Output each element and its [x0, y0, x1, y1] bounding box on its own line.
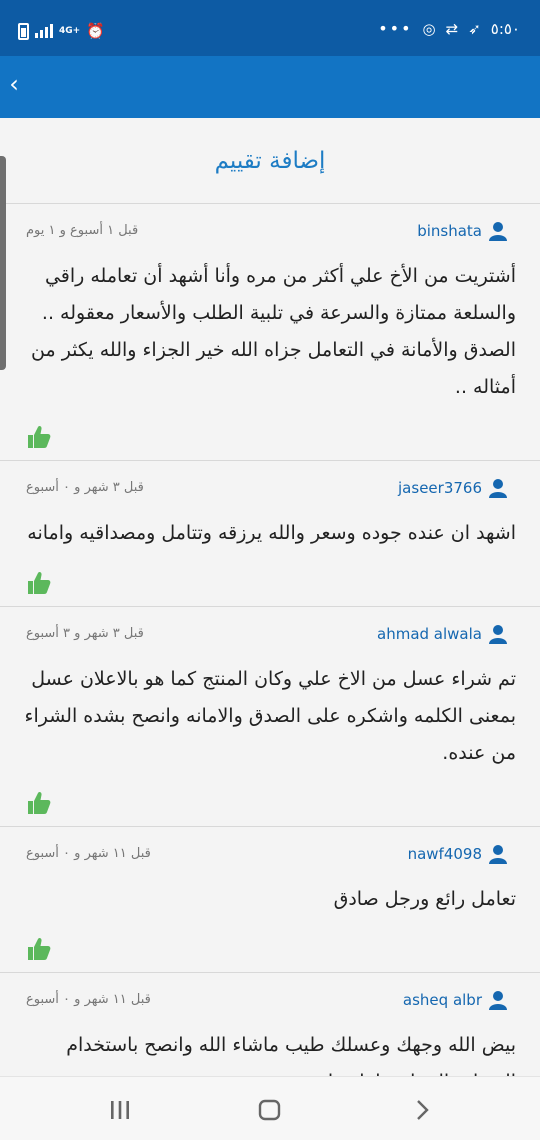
thumbs-up-icon[interactable]	[26, 790, 52, 816]
user-icon	[488, 478, 508, 498]
user-icon	[488, 624, 508, 644]
review-user-link[interactable]: nawf4098	[408, 844, 508, 864]
user-icon	[488, 990, 508, 1010]
review-text: بيض الله وجهك وعسلك طيب ماشاء الله وانصح…	[66, 1034, 516, 1076]
review-text: اشهد ان عنده جوده وسعر والله يرزقه وتتام…	[27, 522, 516, 544]
review-header: jaseer3766 قبل ٣ شهر و ٠ أسبوع	[14, 461, 526, 515]
status-bar: 4G+ ⏰ ••• ◎ ⇄ ➶ ٥:٥٠	[0, 0, 540, 56]
status-left: 4G+ ⏰	[18, 22, 105, 40]
review-user-link[interactable]: ahmad alwala	[377, 624, 508, 644]
back-icon[interactable]	[407, 1095, 437, 1125]
review-date: قبل ٣ شهر و ٣ أسبوع	[26, 626, 144, 641]
review-username[interactable]: binshata	[417, 222, 482, 240]
chevron-left-icon[interactable]: ‹	[4, 70, 24, 98]
review-date: قبل ١١ شهر و ٠ أسبوع	[26, 992, 151, 1007]
reviews-list: binshata قبل ١ أسبوع و ١ يوم أشتريت من الأ…	[0, 204, 540, 1076]
status-right: ••• ◎ ⇄ ➶ ٥:٥٠	[378, 19, 520, 38]
review-text: تعامل رائع ورجل صادق	[333, 888, 516, 910]
review-text: تم شراء عسل من الاخ علي وكان المنتج كما …	[24, 668, 516, 764]
review-item: binshata قبل ١ أسبوع و ١ يوم أشتريت من الأ…	[0, 204, 540, 461]
review-item: jaseer3766 قبل ٣ شهر و ٠ أسبوع اشهد ان عند…	[0, 461, 540, 607]
scroll-handle[interactable]	[0, 156, 6, 370]
thumbs-up-icon[interactable]	[26, 424, 52, 450]
review-username[interactable]: asheq albr	[403, 991, 482, 1009]
review-header: nawf4098 قبل ١١ شهر و ٠ أسبوع	[14, 827, 526, 881]
review-footer	[14, 918, 526, 972]
review-footer	[14, 552, 526, 606]
reviews-page[interactable]: إضافة تقييم binshata قبل ١ أسبوع و ١ يوم أ…	[0, 118, 540, 1076]
user-icon	[488, 221, 508, 241]
review-header: asheq albr قبل ١١ شهر و ٠ أسبوع	[14, 973, 526, 1027]
more-notifications-dots: •••	[378, 19, 413, 38]
recent-apps-icon[interactable]	[105, 1095, 135, 1125]
app-bar: ‹	[0, 56, 540, 118]
add-review-header[interactable]: إضافة تقييم	[0, 118, 540, 204]
thumbs-up-icon[interactable]	[26, 936, 52, 962]
review-header: ahmad alwala قبل ٣ شهر و ٣ أسبوع	[14, 607, 526, 661]
review-footer	[14, 406, 526, 460]
review-username[interactable]: ahmad alwala	[377, 625, 482, 643]
alarm-icon: ⏰	[86, 22, 105, 40]
signal-icon	[35, 24, 53, 38]
review-date: قبل ١ أسبوع و ١ يوم	[26, 223, 139, 238]
review-text: أشتريت من الأخ علي أكثر من مره وأنا أشهد…	[31, 265, 516, 398]
review-user-link[interactable]: binshata	[417, 221, 508, 241]
review-footer	[14, 772, 526, 826]
review-date: قبل ١١ شهر و ٠ أسبوع	[26, 846, 151, 861]
review-user-link[interactable]: jaseer3766	[398, 478, 508, 498]
review-item: nawf4098 قبل ١١ شهر و ٠ أسبوع تعامل رائع و…	[0, 827, 540, 973]
review-username[interactable]: nawf4098	[408, 845, 482, 863]
network-type: 4G+	[59, 25, 81, 36]
thumbs-up-icon[interactable]	[26, 570, 52, 596]
review-header: binshata قبل ١ أسبوع و ١ يوم	[14, 204, 526, 258]
battery-icon	[18, 22, 29, 40]
status-time: ٥:٥٠	[490, 19, 520, 38]
review-item: ahmad alwala قبل ٣ شهر و ٣ أسبوع تم شراء ع…	[0, 607, 540, 827]
home-icon[interactable]	[255, 1095, 285, 1125]
review-date: قبل ٣ شهر و ٠ أسبوع	[26, 480, 144, 495]
user-icon	[488, 844, 508, 864]
system-nav-bar	[0, 1076, 540, 1140]
add-review-title[interactable]: إضافة تقييم	[215, 148, 326, 174]
messenger-icon: ◎	[422, 19, 436, 38]
shoe-icon: ➶	[468, 19, 481, 38]
review-username[interactable]: jaseer3766	[398, 479, 482, 497]
transfer-icon: ⇄	[445, 19, 459, 38]
review-item: asheq albr قبل ١١ شهر و ٠ أسبوع بيض الله و…	[0, 973, 540, 1076]
review-user-link[interactable]: asheq albr	[403, 990, 508, 1010]
